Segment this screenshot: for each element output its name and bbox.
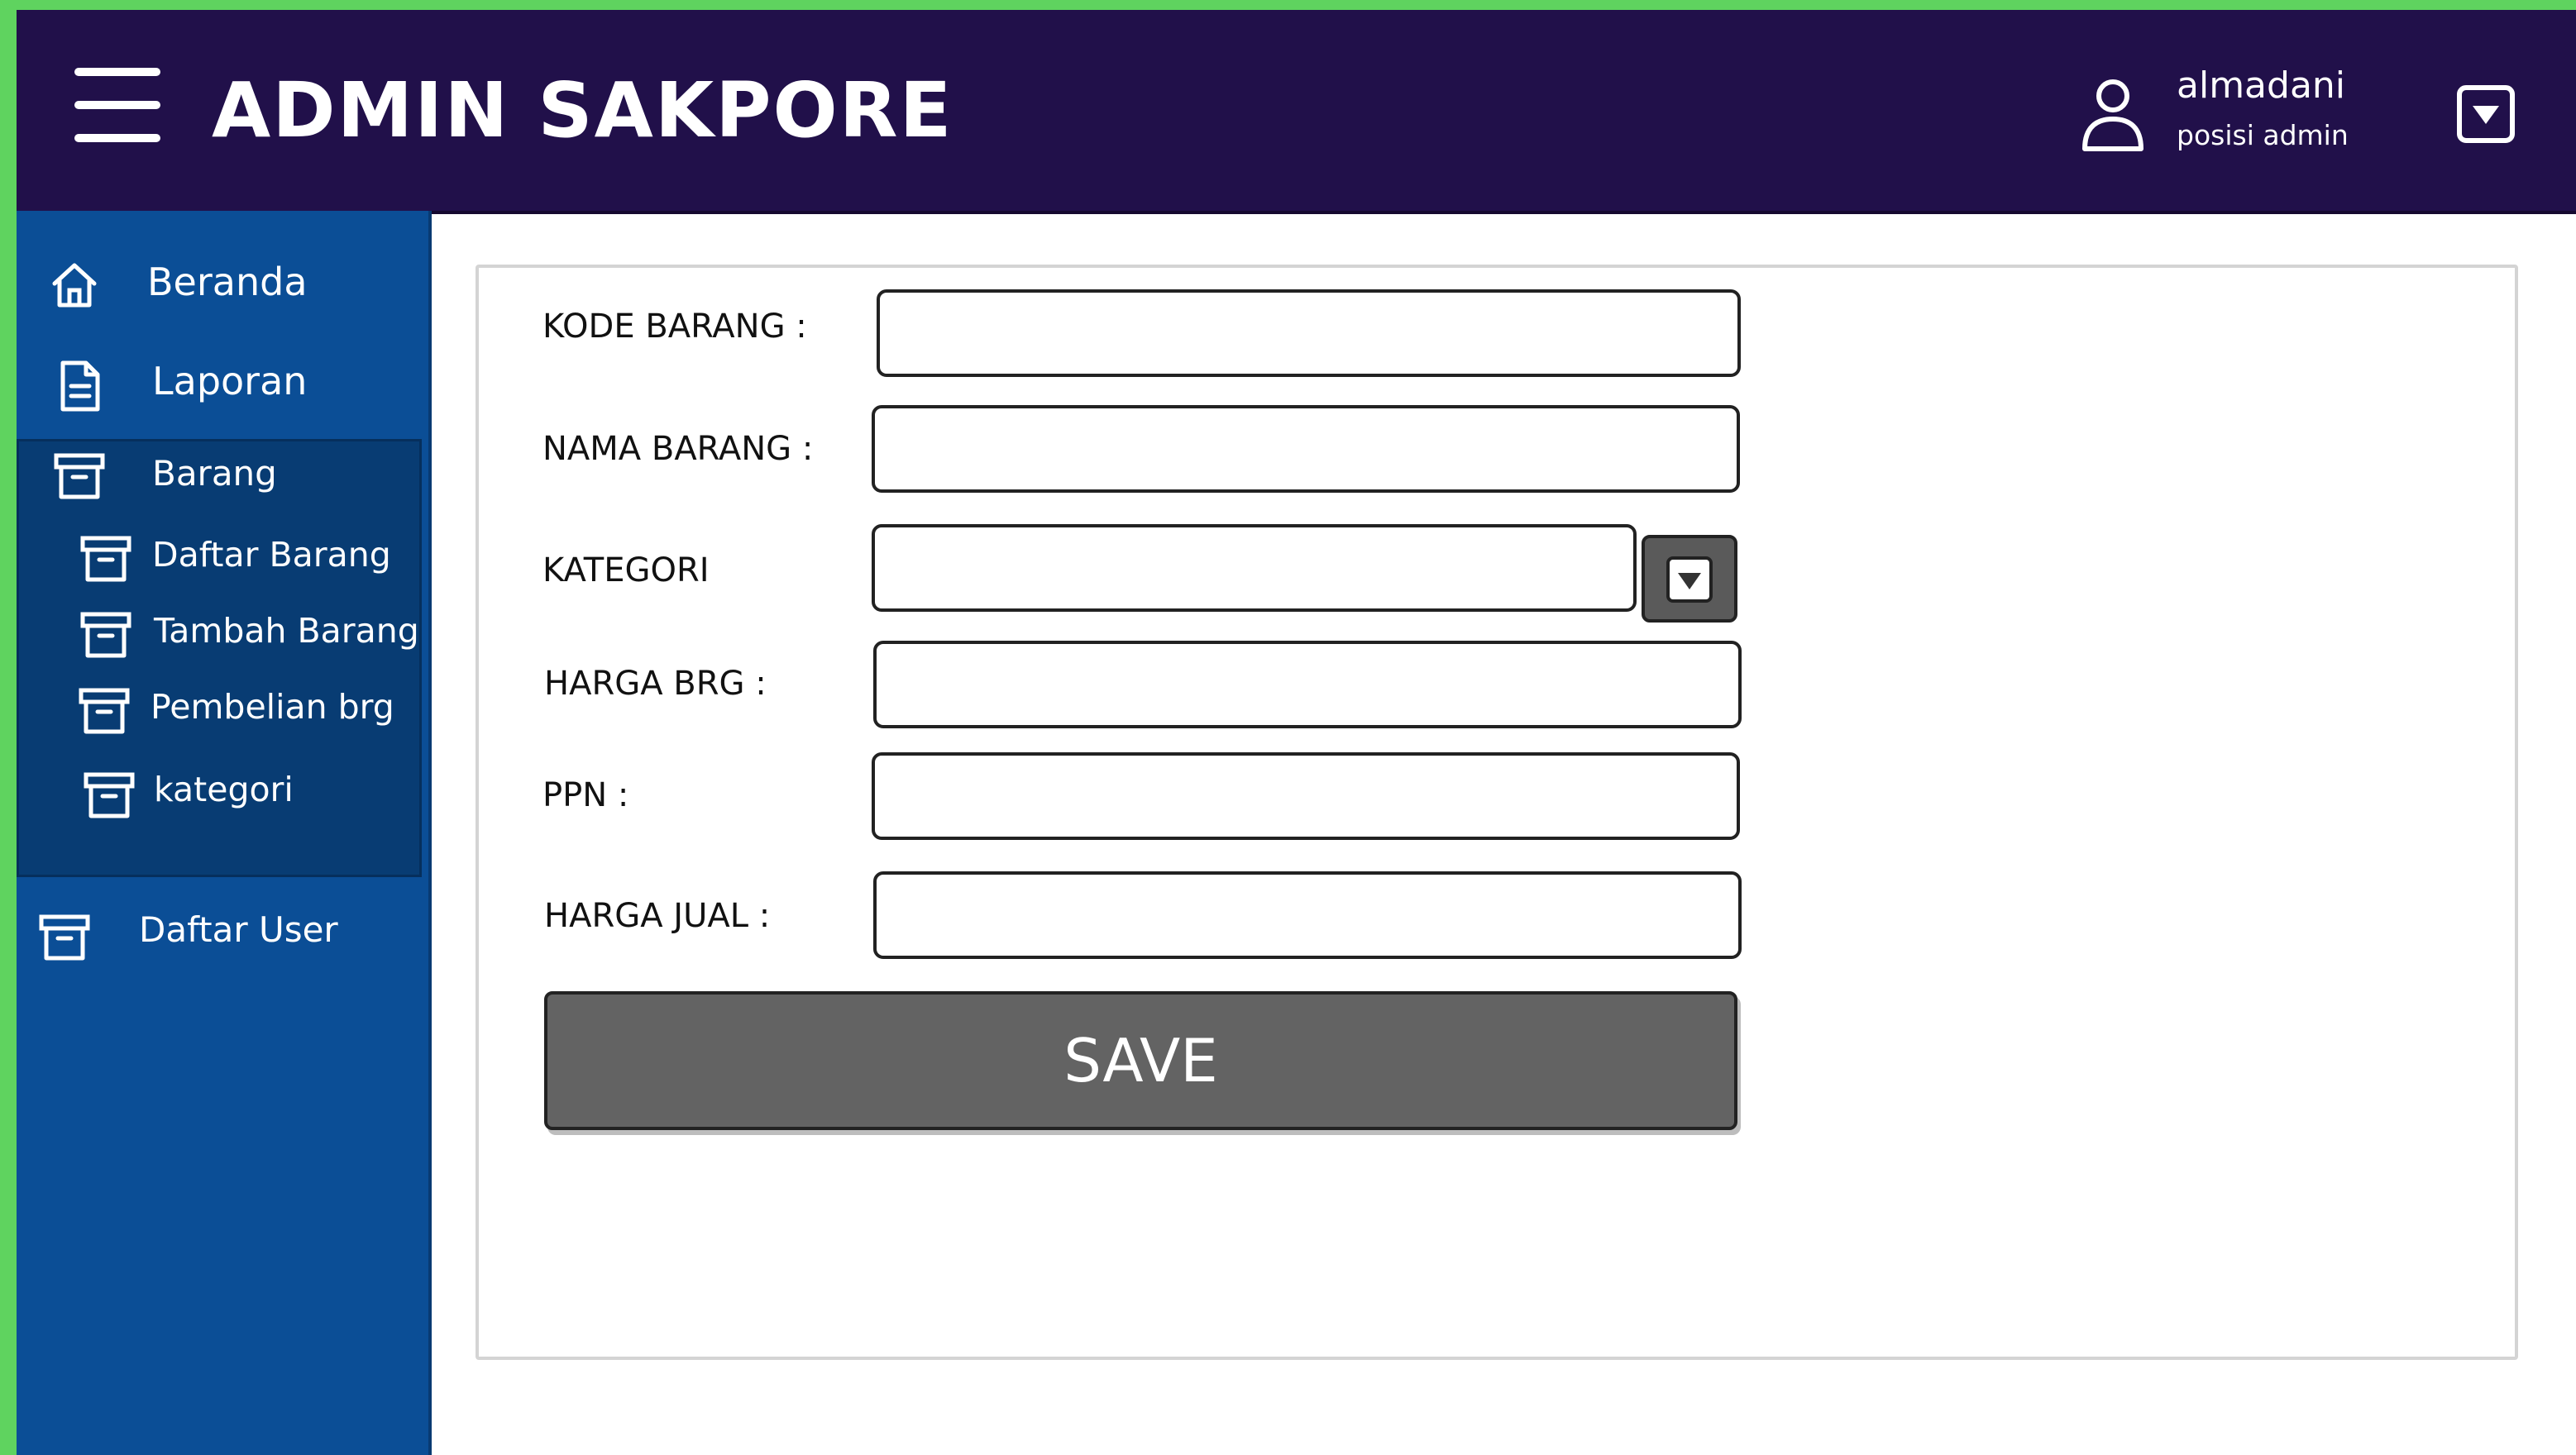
user-name: almadani bbox=[2177, 64, 2346, 107]
archive-icon bbox=[39, 914, 90, 961]
nama-barang-label: NAMA BARANG : bbox=[542, 430, 814, 468]
sidebar: Beranda Laporan Barang Daftar Barang Tam… bbox=[17, 211, 432, 1455]
sidebar-item-daftar-barang[interactable]: Daftar Barang bbox=[17, 518, 428, 596]
archive-icon bbox=[79, 688, 130, 734]
save-button[interactable]: SAVE bbox=[544, 991, 1737, 1130]
user-dropdown-icon[interactable] bbox=[2456, 84, 2516, 144]
kategori-dropdown-button[interactable] bbox=[1642, 535, 1737, 623]
harga-jual-label: HARGA JUAL : bbox=[544, 897, 771, 935]
archive-icon bbox=[80, 536, 131, 582]
home-icon bbox=[52, 263, 97, 308]
sidebar-item-label: kategori bbox=[154, 770, 294, 809]
nama-barang-input[interactable] bbox=[872, 405, 1740, 493]
kategori-select[interactable] bbox=[872, 524, 1637, 612]
kategori-label: KATEGORI bbox=[542, 551, 710, 589]
kode-barang-label: KODE BARANG : bbox=[542, 308, 807, 346]
sidebar-item-label: Tambah Barang bbox=[154, 611, 419, 651]
sidebar-item-label: Daftar User bbox=[139, 909, 338, 950]
document-icon bbox=[60, 360, 100, 412]
user-icon bbox=[2082, 79, 2143, 151]
chevron-down-icon bbox=[1666, 556, 1713, 603]
ppn-label: PPN : bbox=[542, 776, 629, 814]
sidebar-item-laporan[interactable]: Laporan bbox=[17, 338, 428, 429]
sidebar-item-label: Laporan bbox=[152, 359, 308, 403]
sidebar-item-label: Barang bbox=[152, 453, 277, 494]
archive-icon bbox=[54, 453, 105, 499]
ppn-input[interactable] bbox=[872, 752, 1740, 840]
sidebar-item-barang[interactable]: Barang bbox=[17, 434, 428, 517]
harga-brg-label: HARGA BRG : bbox=[544, 665, 767, 703]
sidebar-item-kategori[interactable]: kategori bbox=[17, 753, 428, 831]
top-header: ADMIN SAKPORE almadani posisi admin bbox=[17, 10, 2576, 214]
hamburger-menu-icon[interactable] bbox=[74, 68, 160, 144]
app-window: ADMIN SAKPORE almadani posisi admin Bera… bbox=[17, 10, 2576, 1455]
user-role: posisi admin bbox=[2177, 119, 2349, 151]
archive-icon bbox=[80, 612, 131, 658]
app-title: ADMIN SAKPORE bbox=[212, 66, 953, 155]
sidebar-item-beranda[interactable]: Beranda bbox=[17, 239, 428, 330]
harga-brg-input[interactable] bbox=[873, 641, 1742, 728]
sidebar-item-tambah-barang[interactable]: Tambah Barang bbox=[17, 594, 428, 672]
sidebar-item-daftar-user[interactable]: Daftar User bbox=[17, 889, 428, 980]
sidebar-item-label: Pembelian brg bbox=[151, 687, 394, 727]
sidebar-item-label: Daftar Barang bbox=[152, 535, 391, 575]
harga-jual-input[interactable] bbox=[873, 871, 1742, 959]
sidebar-item-pembelian-brg[interactable]: Pembelian brg bbox=[17, 670, 428, 748]
sidebar-item-label: Beranda bbox=[147, 260, 308, 304]
archive-icon bbox=[84, 772, 135, 818]
kode-barang-input[interactable] bbox=[877, 289, 1741, 377]
